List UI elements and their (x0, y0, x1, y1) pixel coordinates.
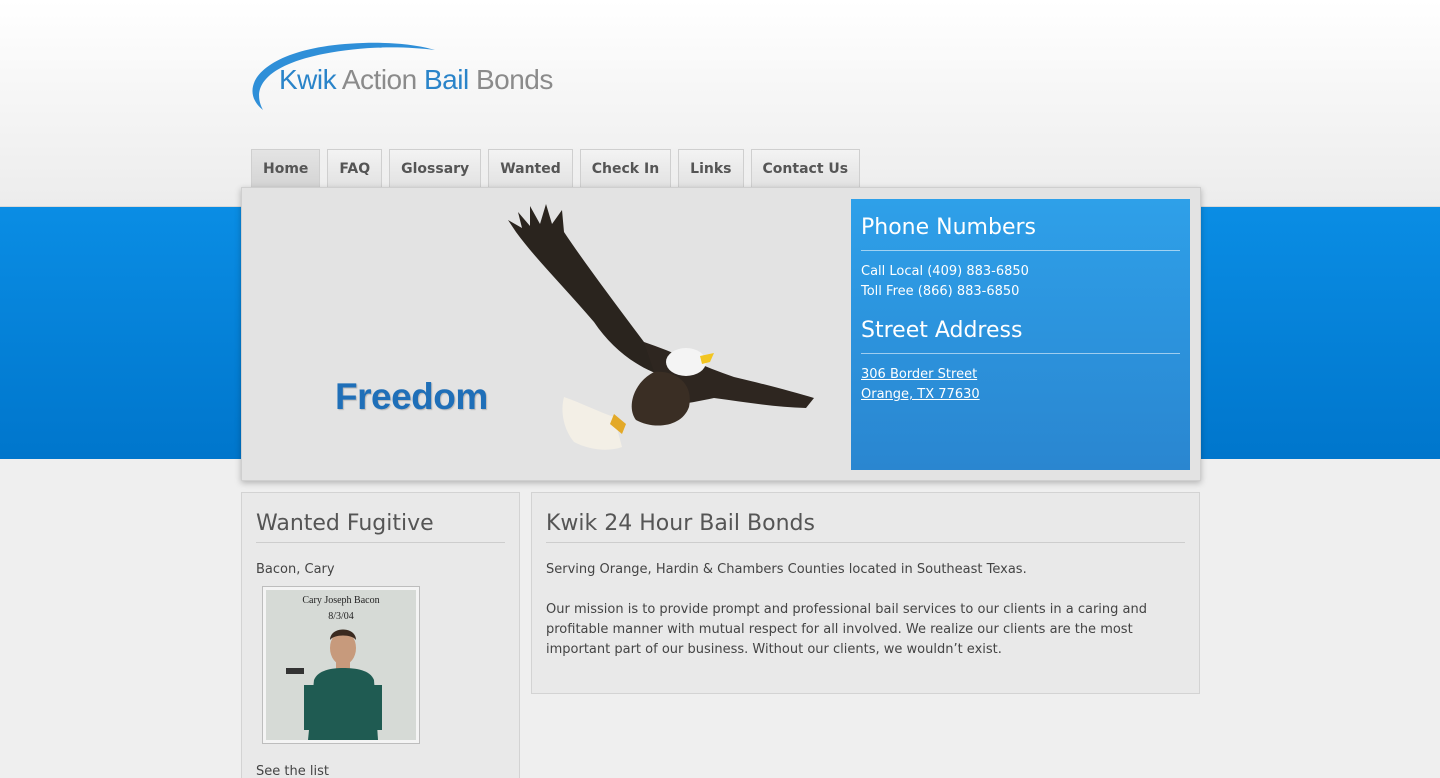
about-panel: Kwik 24 Hour Bail Bonds Serving Orange, … (531, 492, 1200, 694)
nav-tab-faq[interactable]: FAQ (327, 149, 383, 187)
fugitive-name: Bacon, Cary (256, 562, 335, 577)
mugshot-image: Cary Joseph Bacon 8/3/04 (266, 590, 416, 740)
nav-tab-wanted[interactable]: Wanted (488, 149, 573, 187)
wanted-heading: Wanted Fugitive (256, 511, 505, 543)
phone-local: Call Local (409) 883-6850 (861, 264, 1029, 279)
nav-tab-home[interactable]: Home (251, 149, 321, 187)
logo-word-kwik: Kwik (279, 64, 337, 95)
logo-text: Kwik Action Bail Bonds (279, 64, 553, 96)
mugshot-caption-date: 8/3/04 (328, 611, 354, 622)
wanted-fugitive-panel: Wanted Fugitive Bacon, Cary Cary Joseph … (241, 492, 520, 778)
service-area-text: Serving Orange, Hardin & Chambers Counti… (546, 562, 1027, 577)
address-heading: Street Address (861, 318, 1180, 354)
hero-banner: Freedom Phone Numbers Call Local (409) 8… (241, 187, 1201, 481)
fugitive-photo[interactable]: Cary Joseph Bacon 8/3/04 (262, 586, 420, 744)
phone-toll-free: Toll Free (866) 883-6850 (861, 284, 1020, 299)
logo-word-bonds: Bonds (468, 64, 553, 95)
mugshot-caption-name: Cary Joseph Bacon (302, 595, 379, 606)
logo-word-bail: Bail (423, 64, 469, 95)
address-city-link[interactable]: Orange, TX 77630 (861, 387, 980, 402)
nav-tab-contact-us[interactable]: Contact Us (750, 149, 861, 187)
nav-tab-links[interactable]: Links (678, 149, 744, 187)
logo-word-action: Action (336, 64, 424, 95)
freedom-slogan: Freedom (335, 376, 488, 417)
site-logo[interactable]: Kwik Action Bail Bonds (243, 40, 603, 114)
about-heading: Kwik 24 Hour Bail Bonds (546, 511, 1185, 543)
phone-heading: Phone Numbers (861, 215, 1180, 251)
address-street-link[interactable]: 306 Border Street (861, 367, 977, 382)
mission-text: Our mission is to provide prompt and pro… (546, 602, 1148, 657)
main-nav: Home FAQ Glossary Wanted Check In Links … (251, 149, 861, 187)
nav-tab-glossary[interactable]: Glossary (389, 149, 482, 187)
see-the-list-link[interactable]: See the list (256, 764, 329, 778)
nav-tab-check-in[interactable]: Check In (579, 149, 672, 187)
contact-info-box: Phone Numbers Call Local (409) 883-6850 … (851, 199, 1190, 470)
eagle-image (508, 204, 814, 450)
